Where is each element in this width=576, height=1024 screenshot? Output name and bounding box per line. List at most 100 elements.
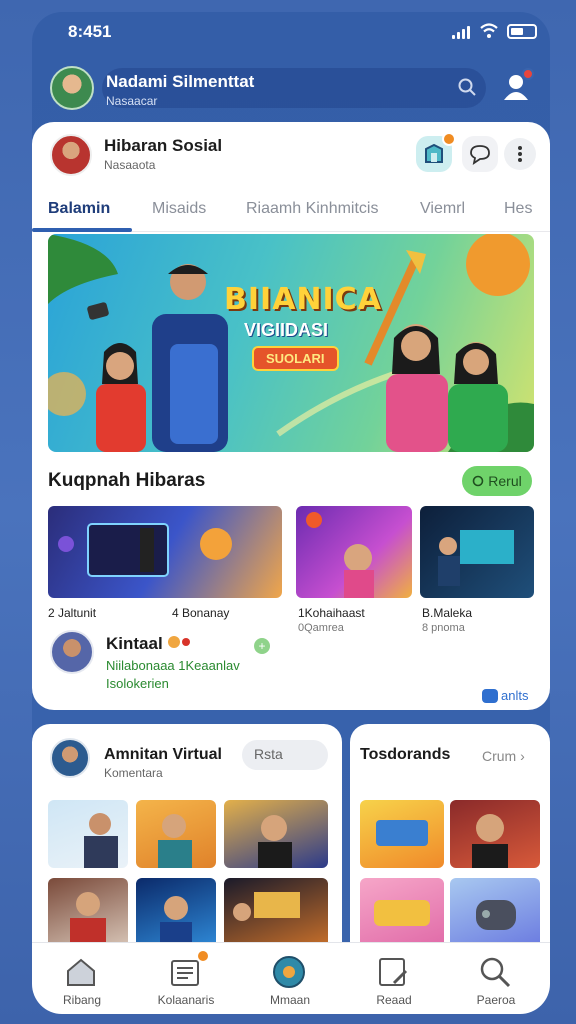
video-thumb-3[interactable] xyxy=(420,506,534,598)
more-vertical-icon xyxy=(518,146,522,162)
grid-art-1 xyxy=(84,813,118,868)
grid-image-6[interactable] xyxy=(224,878,328,948)
nav-list-badge xyxy=(196,949,210,963)
page-subtitle: Nasaaota xyxy=(104,158,156,172)
phone-screen: 8:451 Nadami Silmenttat Nasaacar Hibaran… xyxy=(32,12,550,1014)
grid-art-6 xyxy=(233,892,300,921)
virtual-panel-title: Amnitan Virtual xyxy=(104,746,222,763)
follow-plus-icon[interactable]: + xyxy=(254,638,270,654)
trending-image-1[interactable] xyxy=(360,800,444,868)
grid-image-2[interactable] xyxy=(136,800,216,868)
nav-edit[interactable]: Reaad xyxy=(344,949,444,1011)
tab-viemrl[interactable]: Viemrl xyxy=(420,200,465,218)
creator-name: Kintaal xyxy=(106,634,163,653)
creator-line1: Niilabonaaa 1Keaanlav xyxy=(106,658,240,673)
thumb-art-2 xyxy=(306,512,374,598)
account-name: Nadami Silmenttat xyxy=(106,72,255,91)
bottom-nav: Ribang Kolaanaris Mmaan Reaad Paeroa xyxy=(32,942,550,1014)
search-icon[interactable] xyxy=(458,78,476,96)
signal-icon xyxy=(452,26,470,39)
tab-misaids[interactable]: Misaids xyxy=(152,200,206,218)
video-thumb-1[interactable] xyxy=(48,506,282,598)
chat-button[interactable] xyxy=(462,136,498,172)
trending-panel: Tosdorands Crum › xyxy=(350,724,550,964)
trending-art-2 xyxy=(472,814,508,868)
banner-tag: SUOLARI xyxy=(252,346,339,371)
nav-list[interactable]: Kolaanaris xyxy=(136,949,236,1011)
link-icon xyxy=(482,688,498,703)
globe-icon xyxy=(273,956,305,988)
nav-globe[interactable]: Mmaan xyxy=(240,949,340,1011)
grid-art-2 xyxy=(158,814,192,868)
emoji-icon-2 xyxy=(182,638,190,646)
nav-search[interactable]: Paeroa xyxy=(446,949,546,1011)
status-bar: 8:451 xyxy=(32,12,550,52)
trending-more-label: Crum xyxy=(482,748,517,764)
gamepad-icon xyxy=(476,900,516,930)
more-link-label: anlts xyxy=(501,688,529,703)
grid-image-4[interactable] xyxy=(48,878,128,948)
main-card: Hibaran Sosial Nasaaota Balamin Misaids … xyxy=(32,122,550,710)
store-badge xyxy=(442,132,456,146)
status-time: 8:451 xyxy=(68,22,112,41)
trending-art-3 xyxy=(374,900,430,926)
account-subtitle: Nasaacar xyxy=(106,94,158,108)
grid-art-3 xyxy=(258,815,292,868)
emoji-icon xyxy=(168,636,180,648)
trending-more[interactable]: Crum › xyxy=(482,748,525,764)
grid-image-1[interactable] xyxy=(48,800,128,868)
grid-image-5[interactable] xyxy=(136,878,216,948)
thumb-art-1 xyxy=(58,523,232,577)
thumb-art-3 xyxy=(438,530,514,586)
trending-image-4[interactable] xyxy=(450,878,540,948)
thumb-2-meta: 0Qamrea xyxy=(298,622,344,634)
grid-image-3[interactable] xyxy=(224,800,328,868)
creator-avatar[interactable] xyxy=(50,630,94,674)
page-title: Hibaran Sosial xyxy=(104,136,223,155)
thumb-1-meta: 4 Bonanay xyxy=(172,606,230,620)
thumb-1-title: 2 Jaltunit xyxy=(48,606,97,620)
section-title: Kuqpnah Hibaras xyxy=(48,470,206,491)
home-icon xyxy=(67,958,95,986)
virtual-panel-subtitle: Komentara xyxy=(104,766,163,780)
trending-image-3[interactable] xyxy=(360,878,444,948)
hero-illustration xyxy=(48,234,534,452)
thumb-3-meta: 8 pnoma xyxy=(422,622,465,634)
nav-list-label: Kolaanaris xyxy=(157,993,215,1007)
notification-dot xyxy=(522,68,534,80)
section-button[interactable]: Rerul xyxy=(462,466,532,496)
hero-banner[interactable]: BIIANICA VIGIIDASI SUOLARI xyxy=(48,234,534,452)
nav-home[interactable]: Ribang xyxy=(32,949,132,1011)
page-avatar[interactable] xyxy=(50,134,92,176)
edit-icon xyxy=(379,958,408,986)
nav-home-label: Ribang xyxy=(62,993,102,1007)
more-button[interactable] xyxy=(504,138,536,170)
tab-bar: Balamin Misaids Riaamh Kinhmitcis Viemrl… xyxy=(32,184,550,232)
active-tab-indicator xyxy=(32,228,132,232)
account-bar: Nadami Silmenttat Nasaacar xyxy=(44,64,538,116)
refresh-icon xyxy=(472,475,484,487)
grid-art-4 xyxy=(70,892,106,948)
chat-icon xyxy=(470,145,490,165)
tab-balamin[interactable]: Balamin xyxy=(48,200,110,218)
virtual-avatar[interactable] xyxy=(50,738,90,778)
thumb-2-title: 1Kohaihaast xyxy=(298,606,365,620)
nav-edit-label: Reaad xyxy=(376,993,412,1007)
trending-art-1 xyxy=(376,820,428,846)
creator-line2: Isolokerien xyxy=(106,676,169,691)
video-thumb-2[interactable] xyxy=(296,506,412,598)
nav-globe-label: Mmaan xyxy=(269,993,310,1007)
search-icon xyxy=(480,957,511,988)
tab-riaamh[interactable]: Riaamh Kinhmitcis xyxy=(246,200,378,218)
banner-title: BIIANICA xyxy=(224,282,382,317)
nav-search-label: Paeroa xyxy=(476,993,516,1007)
battery-icon xyxy=(507,24,537,39)
more-link[interactable]: anlts xyxy=(482,688,528,703)
thumb-3-title: B.Maleka xyxy=(422,606,473,620)
virtual-panel-button[interactable]: Rsta xyxy=(242,740,328,770)
section-button-label: Rerul xyxy=(488,473,522,489)
trending-image-2[interactable] xyxy=(450,800,540,868)
virtual-panel: Amnitan Virtual Komentara Rsta xyxy=(32,724,342,964)
account-avatar[interactable] xyxy=(50,66,94,110)
tab-hes[interactable]: Hes xyxy=(504,200,532,218)
